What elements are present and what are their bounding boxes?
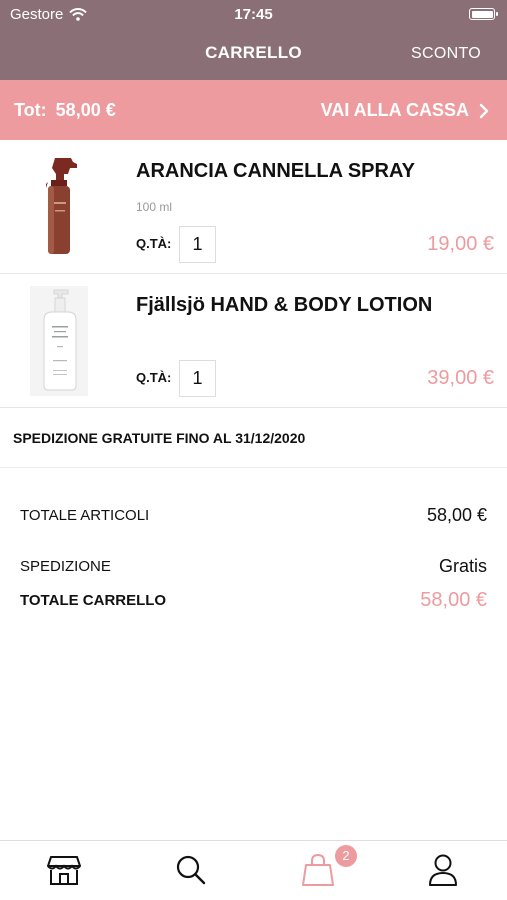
store-icon <box>47 856 81 885</box>
product-image-spray <box>46 158 77 254</box>
checkout-button[interactable]: VAI ALLA CASSA <box>321 100 489 121</box>
quantity-label: Q.TÀ: <box>136 236 172 251</box>
tab-search[interactable] <box>173 853 209 887</box>
tab-bar: 2 <box>0 840 507 900</box>
items-total-value: 58,00 € <box>426 505 487 525</box>
cart-total-value: 58,00 € <box>420 589 487 611</box>
cart-total-summary: Tot: 58,00 € <box>14 100 116 121</box>
shipping-value: Gratis <box>438 556 487 576</box>
status-bar: Gestore 17:45 <box>0 0 507 28</box>
cart-badge: 2 <box>335 845 357 867</box>
chevron-right-icon <box>479 103 489 118</box>
total-label: Tot: <box>14 100 47 120</box>
quantity-field[interactable]: 1 <box>179 360 216 397</box>
product-price: 19,00 € <box>427 233 494 255</box>
tab-store[interactable] <box>46 853 82 887</box>
shipping-promo-banner: SPEDIZIONE GRATUITE FINO AL 31/12/2020 <box>0 408 507 468</box>
user-icon <box>429 854 457 886</box>
product-name: ARANCIA CANNELLA SPRAY <box>136 160 415 182</box>
product-size: 100 ml <box>136 200 173 214</box>
product-image-lotion <box>30 286 88 396</box>
shopping-bag-icon <box>302 853 334 886</box>
battery-icon <box>469 8 498 20</box>
shipping-promo-text: SPEDIZIONE GRATUITE FINO AL 31/12/2020 <box>13 430 306 446</box>
discount-button[interactable]: SCONTO <box>411 45 481 63</box>
search-icon <box>176 855 206 885</box>
checkout-label: VAI ALLA CASSA <box>320 100 469 120</box>
quantity-label: Q.TÀ: <box>136 370 172 385</box>
shipping-label: SPEDIZIONE <box>20 558 111 575</box>
clock: 17:45 <box>234 6 273 23</box>
nav-bar: CARRELLO SCONTO <box>0 28 507 80</box>
quantity-field[interactable]: 1 <box>179 226 216 263</box>
cart-item[interactable]: Fjällsjö HAND & BODY LOTION Q.TÀ: 1 39,0… <box>0 274 507 408</box>
total-value: 58,00 € <box>55 100 116 120</box>
items-total-label: TOTALE ARTICOLI <box>20 507 150 524</box>
cart-item[interactable]: ARANCIA CANNELLA SPRAY 100 ml Q.TÀ: 1 19… <box>0 140 507 274</box>
product-price: 39,00 € <box>427 367 494 389</box>
checkout-bar[interactable]: Tot: 58,00 € VAI ALLA CASSA <box>0 80 507 140</box>
cart-total-label: TOTALE CARRELLO <box>20 592 167 609</box>
tab-account[interactable] <box>425 853 461 887</box>
tab-cart[interactable] <box>300 853 336 887</box>
product-name: Fjällsjö HAND & BODY LOTION <box>136 294 433 316</box>
